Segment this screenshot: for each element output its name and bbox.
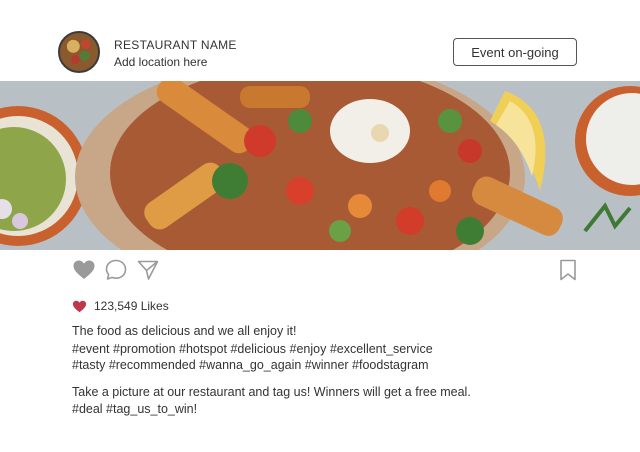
instagram-post: RESTAURANT NAME Add location here Event … bbox=[0, 0, 640, 452]
heart-filled-icon bbox=[72, 300, 87, 313]
share-icon bbox=[137, 260, 159, 280]
bookmark-icon bbox=[560, 259, 576, 281]
comment-button[interactable] bbox=[104, 258, 128, 282]
share-button[interactable] bbox=[136, 258, 160, 282]
like-button[interactable] bbox=[72, 258, 96, 282]
caption-text: The food as delicious and we all enjoy i… bbox=[72, 324, 297, 338]
restaurant-avatar[interactable] bbox=[58, 31, 100, 73]
likes-row[interactable]: 123,549 Likes bbox=[72, 298, 169, 314]
event-ongoing-button[interactable]: Event on-going bbox=[453, 38, 577, 66]
caption-hashtags[interactable]: #deal #tag_us_to_win! bbox=[72, 402, 197, 416]
caption-text: Take a picture at our restaurant and tag… bbox=[72, 385, 471, 399]
likes-count: 123,549 Likes bbox=[94, 299, 169, 313]
bookmark-button[interactable] bbox=[556, 258, 580, 282]
caption-hashtags[interactable]: #tasty #recommended #wanna_go_again #win… bbox=[72, 358, 428, 372]
post-photo[interactable] bbox=[0, 81, 640, 250]
caption-hashtags[interactable]: #event #promotion #hotspot #delicious #e… bbox=[72, 342, 433, 356]
location-text[interactable]: Add location here bbox=[114, 55, 207, 69]
restaurant-name[interactable]: RESTAURANT NAME bbox=[114, 38, 237, 52]
heart-icon bbox=[73, 260, 95, 279]
comment-icon bbox=[105, 259, 127, 280]
